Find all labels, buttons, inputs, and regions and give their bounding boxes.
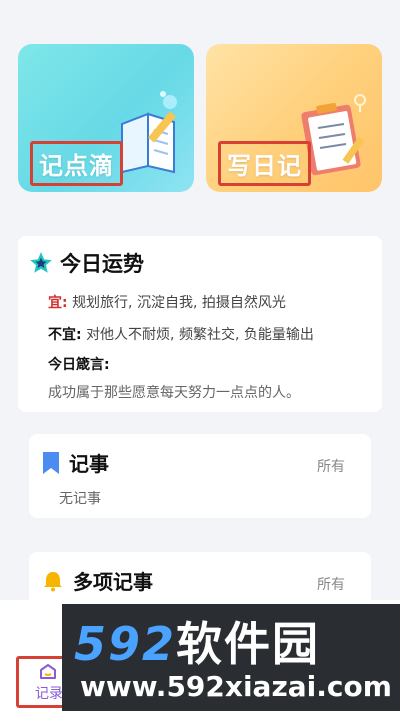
watermark-banner: 592软件园 www.592xiazai.com [62,604,400,711]
watermark-number: 592 [74,617,177,671]
motto-label-line: 今日箴言: [48,354,110,374]
diary-card[interactable]: 写日记 [206,44,382,192]
bell-icon [44,571,62,591]
watermark-brand: 软件园 [176,617,321,671]
fortune-good-line: 宜: 规划旅行, 沉淀自我, 拍摄自然风光 [48,292,286,312]
jot-card[interactable]: 记点滴 [18,44,194,192]
multi-memo-title: 多项记事 [73,570,153,594]
fortune-title: 今日运势 [60,252,144,276]
motto-label: 今日箴言: [48,357,110,373]
memo-title: 记事 [69,452,109,476]
memo-empty-text: 无记事 [59,491,101,507]
watermark-url: www.592xiazai.com [80,670,392,703]
watermark-title: 592软件园 [74,608,320,674]
jot-card-title: 记点滴 [30,141,123,186]
diary-card-title: 写日记 [218,141,311,186]
good-text: 规划旅行, 沉淀自我, 拍摄自然风光 [72,295,286,311]
multi-memo-all-link[interactable]: 所有 [317,574,345,594]
fortune-bad-line: 不宜: 对他人不耐烦, 频繁社交, 负能量输出 [48,324,314,344]
motto-text: 成功属于那些愿意每天努力一点点的人。 [48,385,300,401]
memo-all-link[interactable]: 所有 [317,456,345,476]
record-tab-icon [40,664,56,679]
tab-record[interactable]: 记录 [16,656,66,708]
bad-text: 对他人不耐烦, 频繁社交, 负能量输出 [86,327,314,343]
memo-panel: 记事 所有 无记事 [29,434,371,518]
star-icon [30,252,52,273]
good-label: 宜: [48,295,68,311]
bookmark-icon [43,451,59,474]
bad-label: 不宜: [48,327,82,343]
daily-fortune-panel: 今日运势 宜: 规划旅行, 沉淀自我, 拍摄自然风光 不宜: 对他人不耐烦, 频… [18,236,382,412]
record-tab-label: 记录 [35,686,63,702]
